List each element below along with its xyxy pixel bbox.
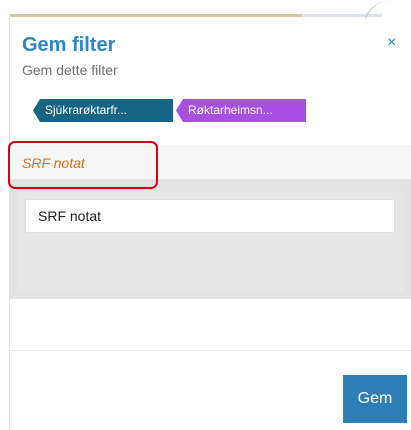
top-accent-line xyxy=(10,14,302,17)
dialog-subtitle: Gem dette filter xyxy=(22,62,118,78)
filter-name-section: SRF notat xyxy=(10,145,411,299)
filter-tag-sjukrarokt[interactable]: Sjúkrarøktarfr... xyxy=(33,99,173,122)
filter-name-input[interactable] xyxy=(25,199,395,233)
dialog-title: Gem filter xyxy=(22,34,116,56)
section-header: SRF notat xyxy=(10,145,411,180)
top-corner-curve xyxy=(364,0,396,18)
filter-tag-roktarheim[interactable]: Røktarheimsn... xyxy=(176,99,306,122)
top-border xyxy=(0,0,411,18)
section-label: SRF notat xyxy=(22,155,85,171)
save-filter-dialog: Gem filter Gem dette filter × Sjúkrarøkt… xyxy=(8,18,411,430)
footer-divider xyxy=(10,350,411,351)
close-icon[interactable]: × xyxy=(387,34,396,52)
save-button[interactable]: Gem xyxy=(343,375,407,423)
